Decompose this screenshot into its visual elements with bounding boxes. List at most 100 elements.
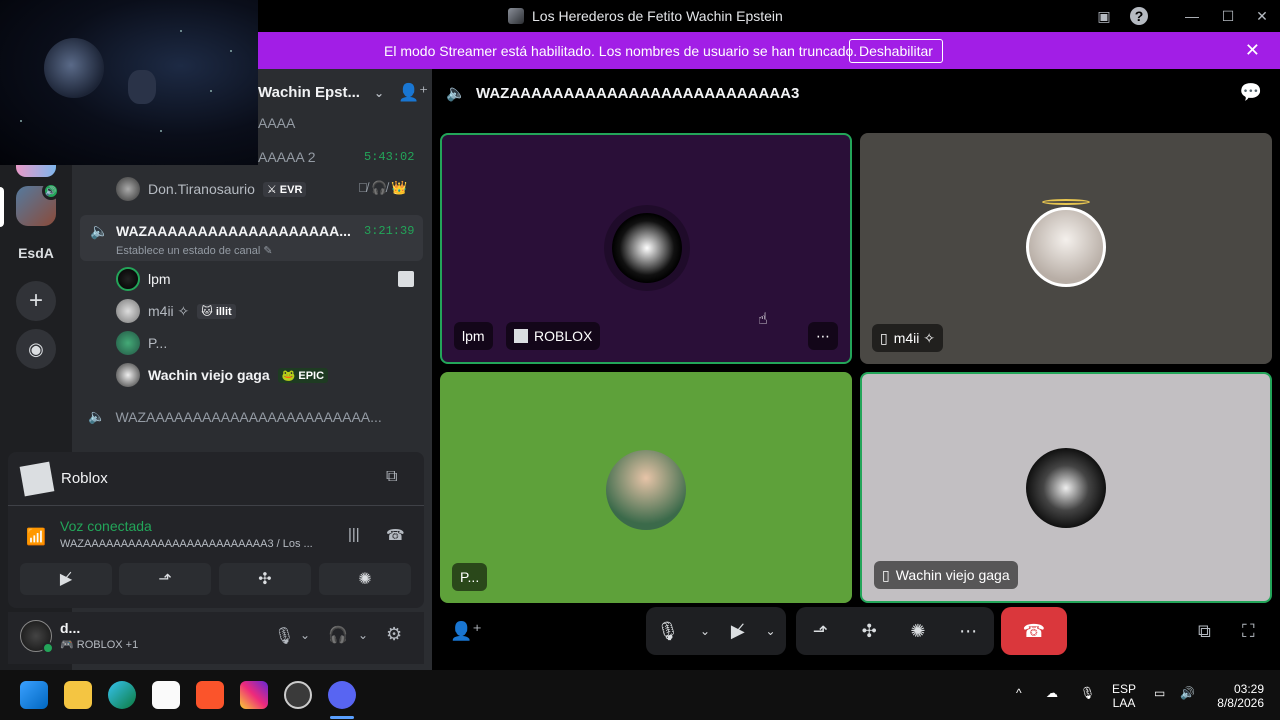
- member-don[interactable]: Don.Tiranosaurio ⚔ EVR: [116, 176, 307, 202]
- file-explorer-icon[interactable]: [64, 681, 92, 709]
- instagram-icon[interactable]: [240, 681, 268, 709]
- help-icon[interactable]: ?: [1130, 7, 1148, 25]
- more-options-button[interactable]: ⋯: [808, 322, 838, 350]
- server-folder-label[interactable]: EsdA: [0, 245, 72, 261]
- channel-status-text[interactable]: Establece un estado de canal ✎: [116, 244, 273, 257]
- soundboard-button[interactable]: ✺: [319, 563, 411, 595]
- add-server-icon[interactable]: +: [16, 281, 56, 321]
- microsoft-store-icon[interactable]: [152, 681, 180, 709]
- participant-tile-wachin[interactable]: ▯ Wachin viejo gaga: [860, 372, 1272, 603]
- server-header[interactable]: Wachin Epst... ⌄: [258, 84, 384, 101]
- chevron-down-icon[interactable]: ⌄: [358, 628, 368, 642]
- more-icon[interactable]: ⋯: [959, 621, 977, 642]
- windows-taskbar: ^ ☁ 🎙 ESP LAA ▭ 🔊 03:29 8/8/2026: [0, 670, 1280, 720]
- invite-people-icon[interactable]: 👤⁺: [398, 83, 428, 103]
- participant-tile-p[interactable]: P...: [440, 372, 852, 603]
- pop-out-icon[interactable]: ⧉: [1198, 621, 1211, 642]
- participant-tile-m4ii[interactable]: ▯ m4ii ✧: [860, 133, 1272, 364]
- roblox-icon: [19, 461, 55, 497]
- user-avatar[interactable]: [20, 620, 54, 654]
- activities-icon: ✣: [258, 571, 272, 588]
- member-p[interactable]: P...: [116, 330, 167, 356]
- discord-icon[interactable]: [328, 681, 356, 709]
- clock[interactable]: 03:29 8/8/2026: [1212, 682, 1264, 710]
- activity-label: ROBLOX: [506, 322, 601, 350]
- voice-channel-path[interactable]: WAZAAAAAAAAAAAAAAAAAAAAAAAAA3 / Los ...: [60, 538, 313, 550]
- inbox-icon[interactable]: ▣: [1094, 6, 1114, 26]
- onedrive-icon[interactable]: ☁: [1046, 686, 1058, 700]
- windows-start-icon[interactable]: [20, 681, 48, 709]
- stream-icon[interactable]: ⧉: [386, 468, 397, 486]
- call-actions: ⬏ ✣ ✺ ⋯: [796, 607, 994, 655]
- member-lpm[interactable]: lpm: [116, 266, 171, 292]
- microphone-icon[interactable]: 🎙: [1080, 686, 1095, 700]
- window-title: Los Herederos de Fetito Wachin Epstein: [508, 8, 783, 24]
- participant-label: P...: [452, 563, 488, 591]
- headphones-icon[interactable]: 🎧: [328, 625, 348, 645]
- chevron-down-icon[interactable]: ⌄: [766, 624, 776, 638]
- microphone-icon[interactable]: 🎙: [274, 626, 294, 646]
- invite-to-call-icon[interactable]: 👤⁺: [450, 621, 482, 642]
- channel-row-1[interactable]: AAAA: [258, 115, 295, 131]
- user-name[interactable]: d...: [60, 620, 80, 636]
- user-activity-text: ROBLOX +1: [76, 639, 139, 651]
- noise-suppression-icon[interactable]: |||: [348, 526, 360, 543]
- edge-browser-icon[interactable]: [108, 681, 136, 709]
- server-icon-active[interactable]: 🔊: [16, 182, 60, 226]
- microphone-icon[interactable]: 🎙: [656, 621, 679, 642]
- member-name: lpm: [148, 271, 171, 287]
- volume-icon[interactable]: 🔊: [1180, 686, 1195, 700]
- camera-off-icon[interactable]: ▶̸: [731, 621, 745, 642]
- discover-icon[interactable]: ◉: [16, 329, 56, 369]
- disable-streamer-button[interactable]: Deshabilitar: [849, 39, 943, 63]
- brave-browser-icon[interactable]: [196, 681, 224, 709]
- settings-gear-icon[interactable]: ⚙: [386, 624, 402, 645]
- voice-channel-title: WAZAAAAAAAAAAAAAAAAAAAAAAAAAA3: [476, 85, 800, 102]
- pencil-icon[interactable]: ✎: [263, 245, 272, 257]
- channel-row-2-time: 5:43:02: [364, 150, 415, 164]
- close-button[interactable]: ✕: [1252, 6, 1272, 26]
- tray-chevron-up-icon[interactable]: ^: [1016, 686, 1022, 700]
- chat-bubble-icon[interactable]: 💬: [1240, 82, 1262, 103]
- speaker-icon: 🔈: [90, 223, 109, 240]
- chevron-down-icon[interactable]: ⌄: [300, 628, 310, 642]
- avatar: [116, 177, 140, 201]
- app-icon[interactable]: [284, 681, 312, 709]
- voice-channel-next[interactable]: 🔈 WAZAAAAAAAAAAAAAAAAAAAAAAAA...: [88, 408, 382, 425]
- participant-name: Wachin viejo gaga: [895, 567, 1010, 583]
- user-panel: d... 🎮 ROBLOX +1 🎙 ⌄ 🎧 ⌄ ⚙: [8, 612, 424, 664]
- server-name: Wachin Epst...: [258, 84, 360, 101]
- mobile-icon: ▯: [880, 329, 888, 346]
- camera-off-icon: ▶̸: [59, 571, 73, 588]
- avatar: [116, 331, 140, 355]
- muted-status-icons: 🎙̸ 🎧̸ 👑: [358, 180, 408, 195]
- chevron-down-icon[interactable]: ⌄: [700, 624, 710, 638]
- hang-up-button[interactable]: ☎: [1001, 607, 1067, 655]
- minimize-button[interactable]: —: [1182, 6, 1202, 26]
- soundboard-icon: ✺: [358, 571, 372, 588]
- divider: [8, 505, 424, 506]
- activities-icon[interactable]: ✣: [862, 621, 877, 642]
- participant-avatar: [606, 450, 686, 530]
- share-screen-icon[interactable]: ⬏: [813, 621, 828, 642]
- member-name: m4ii ✧: [148, 302, 190, 319]
- fullscreen-icon[interactable]: ⛶: [1242, 621, 1255, 642]
- disconnect-icon[interactable]: ☎: [386, 526, 405, 544]
- banner-close-icon[interactable]: ✕: [1245, 40, 1260, 61]
- network-icon[interactable]: ▭: [1154, 686, 1165, 700]
- member-m4ii[interactable]: m4ii ✧ 🐱 illit: [116, 298, 236, 324]
- soundboard-icon[interactable]: ✺: [910, 621, 925, 642]
- member-wachin[interactable]: Wachin viejo gaga 🐸 EPIC: [116, 362, 329, 388]
- maximize-button[interactable]: ☐: [1218, 6, 1238, 26]
- camera-off-button[interactable]: ▶̸: [20, 563, 112, 595]
- voice-connected-label[interactable]: Voz conectada: [60, 518, 152, 534]
- chevron-down-icon[interactable]: ⌄: [374, 86, 384, 100]
- language-indicator[interactable]: ESP LAA: [1112, 682, 1136, 710]
- share-screen-button[interactable]: ⬏: [119, 563, 211, 595]
- channel-row-2[interactable]: AAAAA 2: [258, 149, 316, 165]
- activities-button[interactable]: ✣: [219, 563, 311, 595]
- active-voice-channel[interactable]: 🔈 WAZAAAAAAAAAAAAAAAAAAA... 3:21:39 Esta…: [80, 215, 423, 261]
- participant-tile-lpm[interactable]: lpm ROBLOX ⋯ ☝: [440, 133, 852, 364]
- halo-icon: [1042, 199, 1090, 205]
- speaker-icon: 🔈: [88, 408, 106, 424]
